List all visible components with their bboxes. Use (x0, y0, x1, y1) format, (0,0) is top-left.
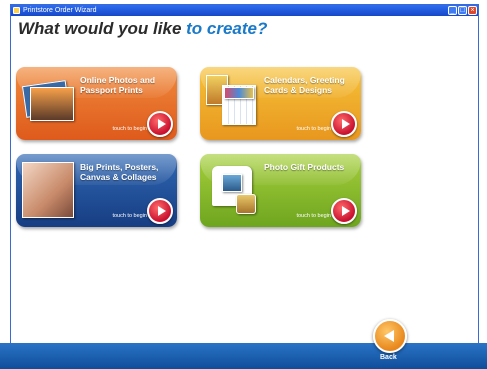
tile-big-prints[interactable]: Big Prints, Posters, Canvas & Collages t… (16, 154, 177, 227)
photo-stack-icon (21, 73, 76, 133)
play-icon[interactable] (147, 111, 173, 137)
back-arrow-icon[interactable] (373, 319, 407, 353)
minimize-button[interactable]: _ (448, 6, 457, 15)
maximize-button[interactable]: □ (458, 6, 467, 15)
calendar-cards-icon (206, 73, 260, 133)
tile-calendars-cards[interactable]: Calendars, Greeting Cards & Designs touc… (200, 67, 361, 140)
play-icon[interactable] (331, 111, 357, 137)
tile-label: Photo Gift Products (264, 162, 345, 172)
gift-products-icon (206, 160, 260, 220)
play-icon[interactable] (147, 198, 173, 224)
page-title-accent: to create? (186, 19, 268, 38)
page-title: What would you like to create? (18, 19, 267, 39)
play-icon[interactable] (331, 198, 357, 224)
tile-label: Online Photos and Passport Prints (80, 75, 156, 95)
title-bar: Printstore Order Wizard _ □ × (11, 5, 478, 16)
tile-online-photos[interactable]: Online Photos and Passport Prints touch … (16, 67, 177, 140)
canvas-print-icon (22, 160, 76, 220)
tile-hint: touch to begin (112, 126, 147, 132)
tile-hint: touch to begin (296, 126, 331, 132)
footer-bar (0, 343, 487, 369)
tile-photo-gifts[interactable]: Photo Gift Products touch to begin (200, 154, 361, 227)
back-label[interactable]: Back (380, 354, 397, 361)
tile-hint: touch to begin (296, 213, 331, 219)
tile-label: Calendars, Greeting Cards & Designs (264, 75, 345, 95)
window-title: Printstore Order Wizard (23, 7, 97, 14)
app-icon (13, 7, 20, 14)
close-button[interactable]: × (468, 6, 477, 15)
tile-hint: touch to begin (112, 213, 147, 219)
tile-label: Big Prints, Posters, Canvas & Collages (80, 162, 159, 182)
page-title-prefix: What would you like (18, 19, 182, 38)
